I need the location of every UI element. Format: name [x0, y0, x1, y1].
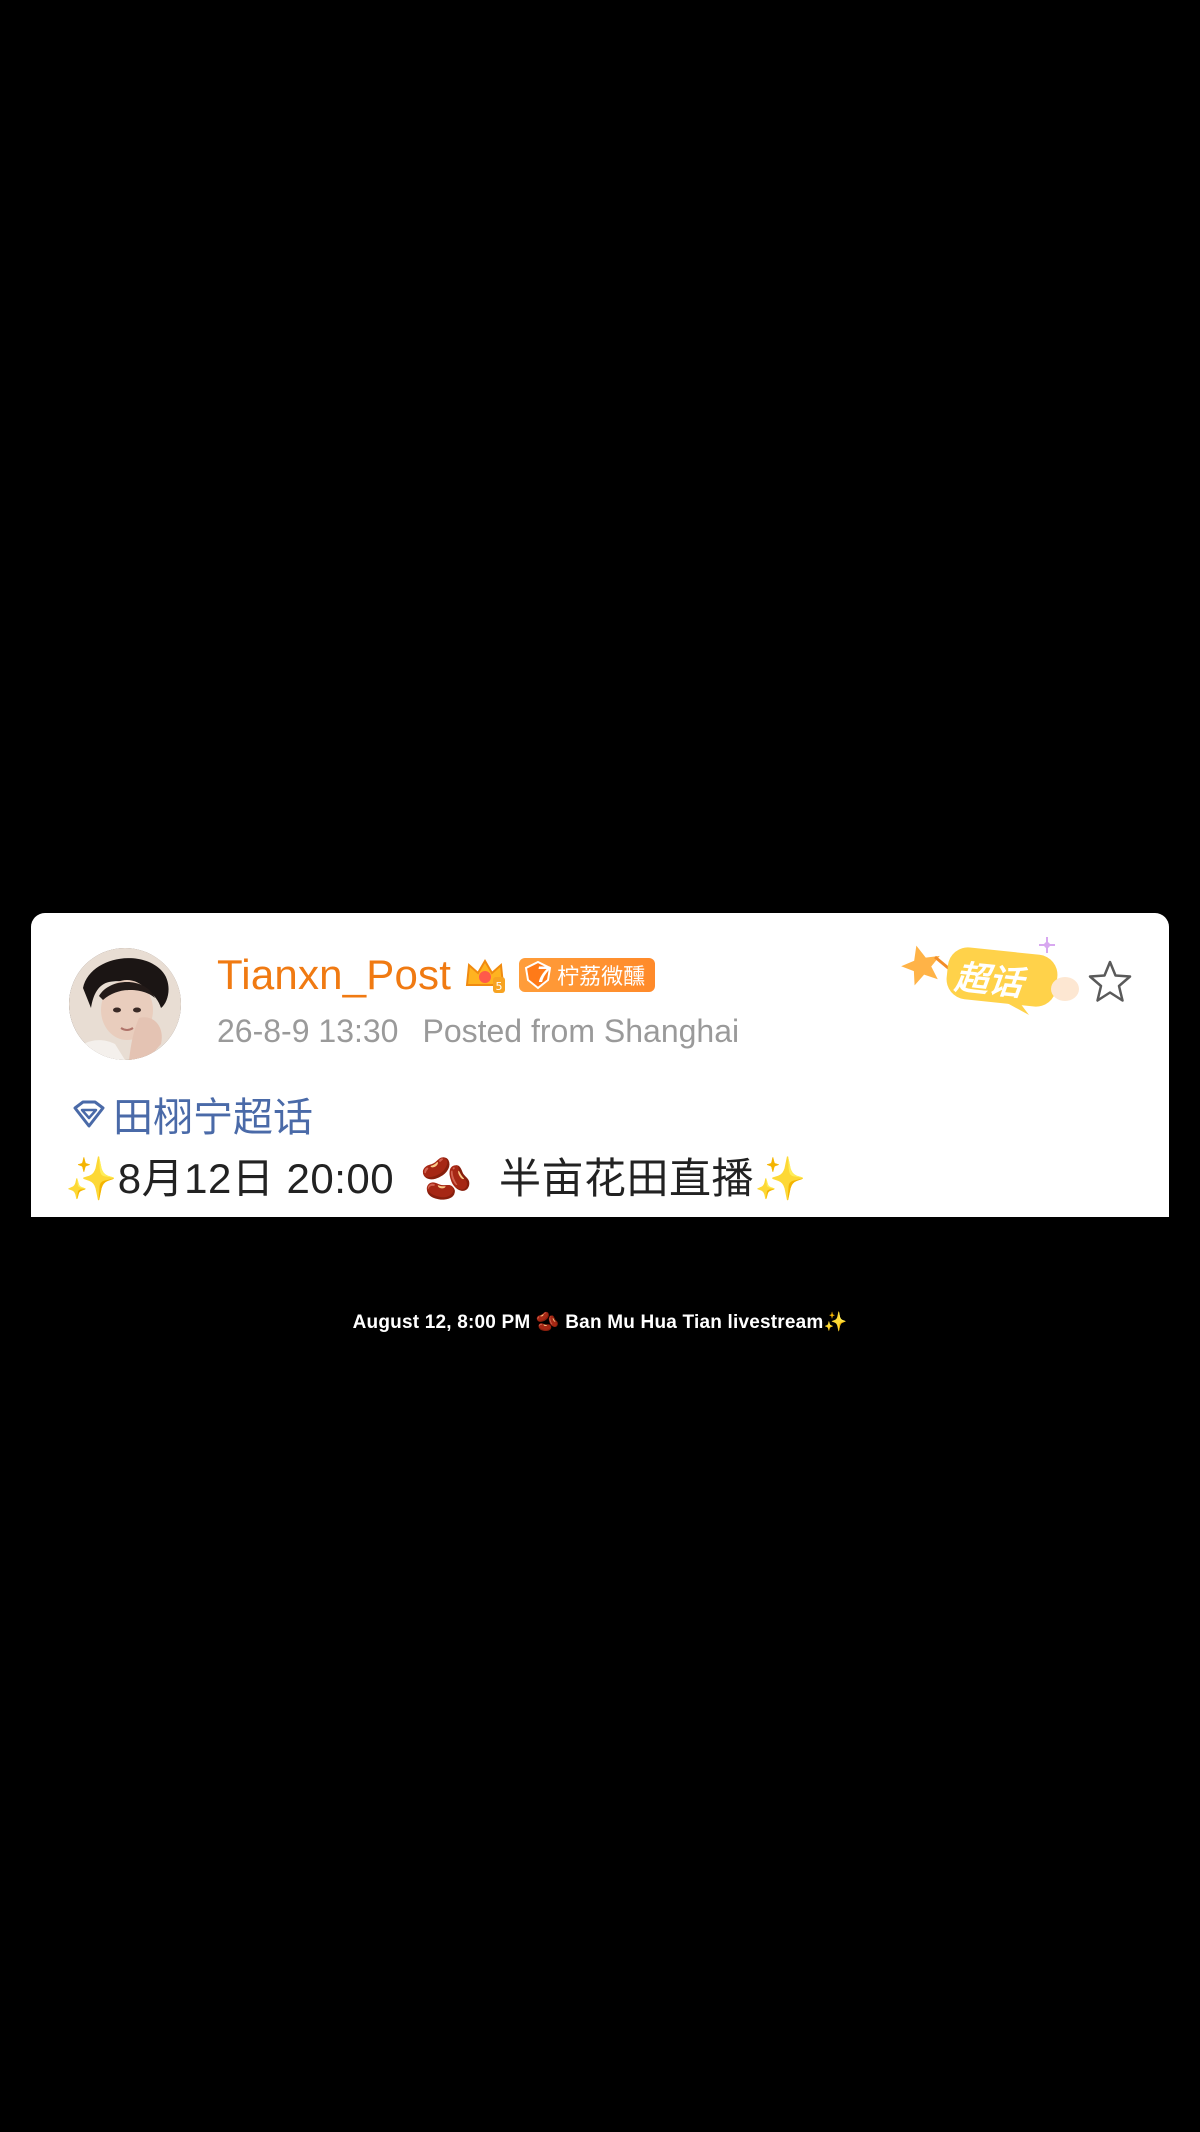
post-body-date: 8月12日 20:00 — [117, 1155, 395, 1202]
fan-badge-label: 柠荔微醺 — [557, 964, 646, 989]
fan-level-number: 7 — [536, 962, 550, 987]
post-body-text: 半亩花田直播 — [498, 1155, 754, 1202]
svg-text:5: 5 — [496, 980, 503, 993]
screen: Tianxn_Post 5 7 柠荔微醺 26-8-9 13:30 Posted… — [0, 0, 1200, 2132]
weibo-post-card[interactable]: Tianxn_Post 5 7 柠荔微醺 26-8-9 13:30 Posted… — [31, 913, 1169, 1217]
post-meta: 26-8-9 13:30 Posted from Shanghai — [217, 1013, 739, 1050]
username[interactable]: Tianxn_Post — [217, 951, 451, 999]
vip-crown-icon[interactable]: 5 — [463, 955, 507, 995]
supertopic-sticker[interactable]: 超话 — [897, 931, 1087, 1021]
post-timestamp: 26-8-9 13:30 — [217, 1013, 399, 1049]
avatar-portrait-icon — [69, 948, 181, 1060]
post-body: ✨8月12日 20:00 🫘 半亩花田直播✨ — [65, 1145, 807, 1206]
diamond-topic-icon — [69, 1094, 109, 1134]
avatar[interactable] — [69, 948, 181, 1060]
fan-club-badge[interactable]: 7 柠荔微醺 — [519, 958, 656, 992]
username-row: Tianxn_Post 5 7 柠荔微醺 — [217, 947, 656, 1003]
topic-label: 田栩宁超话 — [113, 1096, 313, 1140]
supertopic-sticker-label: 超话 — [952, 958, 1025, 1004]
sparkle-emoji-end: ✨ — [753, 1155, 807, 1202]
favorite-star-icon[interactable] — [1085, 957, 1135, 1007]
supertopic-link[interactable]: 田栩宁超话 — [69, 1085, 313, 1143]
post-location: Posted from Shanghai — [422, 1013, 740, 1049]
sparkle-emoji: ✨ — [65, 1155, 118, 1202]
bean-emoji: 🫘 — [420, 1155, 473, 1202]
subtitle-caption: August 12, 8:00 PM 🫘 Ban Mu Hua Tian liv… — [352, 1312, 848, 1333]
